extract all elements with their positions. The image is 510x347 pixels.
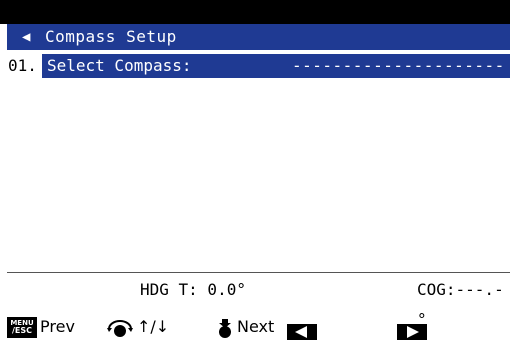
menu-row-select-compass[interactable]: 01. Select Compass: --------------------… (7, 54, 510, 99)
prev-label[interactable]: Prev (40, 314, 75, 340)
menu-list-area (7, 80, 510, 272)
rotary-knob-icon (106, 319, 134, 339)
heading-readout: HDG T: 0.0° (140, 280, 246, 299)
row-label: Select Compass: (47, 56, 192, 75)
up-down-arrows-label: ↑/↓ (137, 317, 170, 336)
softkey-guide: MENU /ESC Prev ↑/↓ Next (7, 312, 510, 340)
title-bar: ◀ Compass Setup (7, 24, 510, 50)
next-label[interactable]: Next (237, 314, 274, 340)
page-title: Compass Setup (45, 27, 177, 46)
knob-push-icon (217, 319, 233, 339)
row-number: 01. (8, 54, 37, 78)
status-row: HDG T: 0.0° COG:---.-° (7, 275, 510, 329)
triangle-left-icon[interactable]: ◀ (22, 24, 30, 50)
top-border (0, 0, 510, 24)
status-divider (7, 272, 510, 273)
row-selection-highlight[interactable]: Select Compass: ---------------------- (42, 54, 510, 99)
menu-esc-key-icon: MENU /ESC (7, 317, 37, 338)
menu-key-line2: /ESC (11, 326, 33, 335)
compass-setup-screen: ◀ Compass Setup 01. Select Compass: ----… (0, 0, 510, 340)
